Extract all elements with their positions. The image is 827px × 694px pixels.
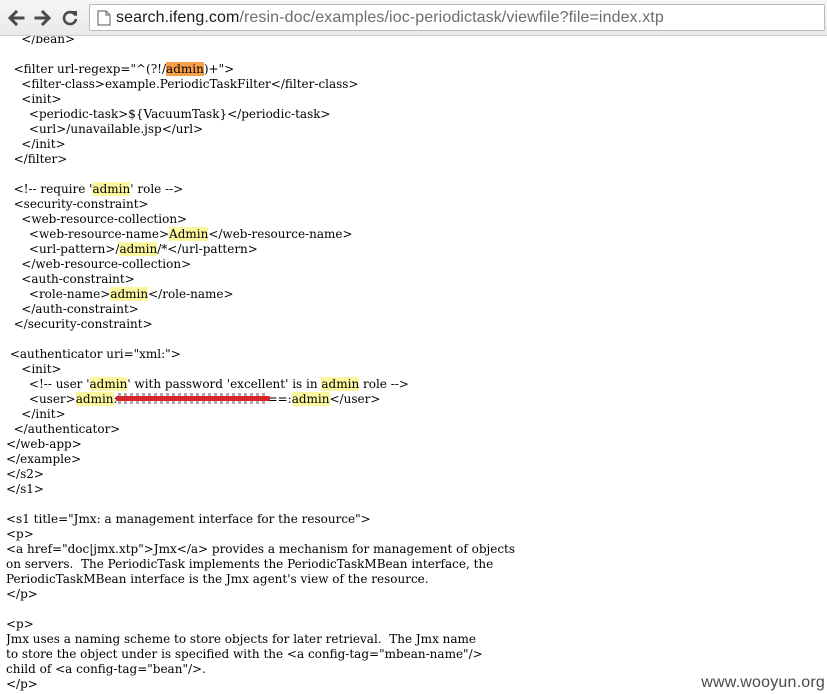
source-line: <security-constraint> [6, 197, 149, 211]
search-highlight: admin [110, 287, 149, 301]
search-highlight: Admin [169, 227, 209, 241]
reload-icon [62, 10, 78, 26]
search-highlight: admin [166, 62, 204, 76]
url-path: /resin-doc/examples/ioc-periodictask/vie… [239, 8, 664, 26]
source-line: <role-name>admin</role-name> [6, 287, 234, 301]
source-line: <init> [6, 92, 62, 106]
source-line: <init> [6, 362, 62, 376]
page-icon [94, 8, 114, 28]
source-line: </init> [6, 137, 66, 151]
source-line: Jmx uses a naming scheme to store object… [6, 632, 477, 646]
source-line: <web-resource-name>Admin</web-resource-n… [6, 227, 353, 241]
url-text[interactable]: search.ifeng.com/resin-doc/examples/ioc-… [116, 9, 664, 27]
source-line: </web-app> [6, 437, 82, 451]
source-line: </bean> [6, 36, 76, 46]
redacted-password [115, 393, 270, 404]
source-line: </s2> [6, 467, 44, 481]
source-line: PeriodicTaskMBean interface is the Jmx a… [6, 572, 429, 586]
source-line: </security-constraint> [6, 317, 153, 331]
source-line: </auth-constraint> [6, 302, 139, 316]
forward-button[interactable] [30, 5, 56, 31]
url-host: search.ifeng.com [116, 8, 240, 26]
source-line: </web-resource-collection> [6, 257, 192, 271]
source-line: <a href="doc|jmx.xtp">Jmx</a> provides a… [6, 542, 516, 556]
search-highlight: admin [321, 377, 360, 391]
source-line: </p> [6, 587, 38, 601]
arrow-right-icon [34, 9, 52, 27]
search-highlight: admin [92, 182, 131, 196]
reload-button[interactable] [57, 5, 83, 31]
search-highlight: admin [75, 392, 114, 406]
source-line: <s1 title="Jmx: a management interface f… [6, 512, 371, 526]
source-line: </init> [6, 407, 66, 421]
search-highlight: admin [89, 377, 128, 391]
source-line: to store the object under is specified w… [6, 647, 483, 661]
search-highlight: admin [291, 392, 330, 406]
source-line: <filter url-regexp="^(?!/admin)+"> [6, 62, 235, 76]
browser-toolbar: search.ifeng.com/resin-doc/examples/ioc-… [0, 0, 827, 36]
source-line: <url-pattern>/admin/*</url-pattern> [6, 242, 258, 256]
source-line: </s1> [6, 482, 44, 496]
arrow-left-icon [7, 9, 25, 27]
source-line: <url>/unavailable.jsp</url> [6, 122, 204, 136]
source-line: </p> [6, 677, 38, 691]
source-line: </filter> [6, 152, 68, 166]
search-highlight: admin [119, 242, 158, 256]
back-button[interactable] [3, 5, 29, 31]
source-line: <p> [6, 617, 34, 631]
source-viewer: </bean> <filter url-regexp="^(?!/admin)+… [6, 36, 821, 694]
source-line: <web-resource-collection> [6, 212, 188, 226]
source-line: <!-- require 'admin' role --> [6, 182, 184, 196]
source-line: <periodic-task>${VacuumTask}</periodic-t… [6, 107, 331, 121]
source-line: <authenticator uri="xml:"> [6, 347, 181, 361]
source-line: <auth-constraint> [6, 272, 135, 286]
source-line: </authenticator> [6, 422, 121, 436]
source-line: </example> [6, 452, 82, 466]
source-line: on servers. The PeriodicTask implements … [6, 557, 494, 571]
source-line: <p> [6, 527, 34, 541]
source-line: <user>admin:==:admin</user> [6, 392, 381, 406]
source-line: <!-- user 'admin' with password 'excelle… [6, 377, 409, 391]
watermark: www.wooyun.org [701, 674, 825, 691]
source-line: <filter-class>example.PeriodicTaskFilter… [6, 77, 359, 91]
source-line: child of <a config-tag="bean"/>. [6, 662, 206, 676]
address-bar[interactable]: search.ifeng.com/resin-doc/examples/ioc-… [89, 4, 825, 31]
